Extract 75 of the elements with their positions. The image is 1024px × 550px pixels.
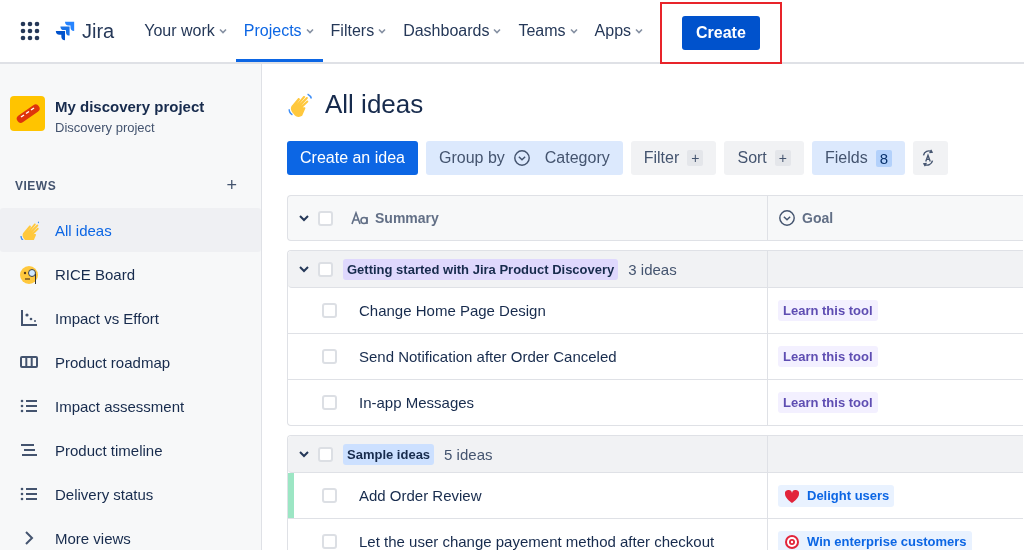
goal-tag: Delight users xyxy=(778,484,895,507)
chevron-down-icon[interactable] xyxy=(298,212,310,224)
sidebar-item[interactable]: Product roadmap xyxy=(0,340,261,384)
idea-summary: Let the user change payement method after checkout xyxy=(359,533,715,550)
checkbox[interactable] xyxy=(322,395,337,410)
checkbox[interactable] xyxy=(322,488,337,503)
idea-summary: In-app Messages xyxy=(359,394,475,411)
checkbox[interactable] xyxy=(322,349,337,364)
checkbox[interactable] xyxy=(322,534,337,549)
idea-count: 5 ideas xyxy=(444,445,493,463)
checkbox[interactable] xyxy=(318,261,333,277)
goal-tag: Learn this tool xyxy=(778,392,878,413)
goal-tag: Learn this tool xyxy=(778,300,878,321)
column-header: Goal xyxy=(802,210,834,226)
sidebar-item[interactable]: RICE Board xyxy=(0,252,261,296)
filter-button[interactable]: Filter + xyxy=(630,141,717,175)
fields-button[interactable]: Fields 8 xyxy=(812,141,905,175)
nav-tab[interactable]: Dashboards xyxy=(395,3,511,62)
heart-icon xyxy=(783,487,801,504)
monocle-face-icon xyxy=(19,264,39,284)
sidebar-item[interactable]: Delivery status xyxy=(0,472,261,516)
project-type: Discovery project xyxy=(55,120,156,135)
sort-button[interactable]: Sort + xyxy=(724,141,804,175)
create-idea-button[interactable]: Create an idea xyxy=(287,141,418,175)
page-title: All ideas xyxy=(325,89,424,120)
nav-tab[interactable]: Teams xyxy=(510,3,587,62)
goal-tag: Learn this tool xyxy=(778,346,878,367)
chevron-down-icon xyxy=(492,26,503,36)
chevron-circle-icon xyxy=(512,149,531,167)
idea-summary: Add Order Review xyxy=(359,487,482,504)
checkbox[interactable] xyxy=(318,210,333,226)
nav-tab[interactable]: Apps xyxy=(586,3,653,62)
sidebar-item[interactable]: Impact assessment xyxy=(0,384,261,428)
section-heading: VIEWS xyxy=(15,178,57,193)
scatter-chart-icon xyxy=(19,308,39,328)
jira-logo-icon xyxy=(54,20,76,42)
idea-summary: Change Home Page Design xyxy=(359,302,546,319)
text-type-icon xyxy=(351,211,369,225)
column-header: Summary xyxy=(375,210,439,226)
add-view-button[interactable]: + xyxy=(226,175,237,196)
chevron-down-icon xyxy=(304,26,315,36)
create-button[interactable]: Create xyxy=(682,16,760,50)
waving-hand-icon xyxy=(287,91,313,118)
group-by-button[interactable]: Group by Category xyxy=(425,141,623,175)
nav-tab[interactable]: Your work xyxy=(136,3,236,62)
chevron-down-icon[interactable] xyxy=(298,263,310,275)
add-badge: + xyxy=(687,150,704,166)
target-icon xyxy=(783,533,801,550)
sidebar-item[interactable]: All ideas xyxy=(0,208,261,252)
app-switcher-icon[interactable] xyxy=(20,21,40,41)
idea-count: 3 ideas xyxy=(628,260,677,278)
waving-hand-icon xyxy=(19,220,39,240)
goal-tag: Win enterprise customers xyxy=(778,530,972,550)
sidebar-item[interactable]: More views xyxy=(0,516,261,550)
chevron-down-icon xyxy=(217,26,228,36)
logo-text: Jira xyxy=(82,19,115,43)
nav-tab[interactable]: Projects xyxy=(235,3,323,62)
autofit-button[interactable] xyxy=(913,141,948,175)
project-avatar-icon xyxy=(10,96,45,131)
chevron-down-icon xyxy=(377,26,388,36)
idea-summary: Send Notification after Order Canceled xyxy=(359,348,617,365)
checkbox[interactable] xyxy=(322,303,337,318)
add-badge: + xyxy=(774,150,791,166)
sidebar-item[interactable]: Product timeline xyxy=(0,428,261,472)
project-name: My discovery project xyxy=(55,98,205,115)
chevron-down-icon xyxy=(568,26,579,36)
chevron-circle-icon xyxy=(778,209,796,227)
group-tag: Sample ideas xyxy=(343,443,435,465)
nav-tab[interactable]: Filters xyxy=(322,3,396,62)
count-badge: 8 xyxy=(875,149,892,167)
chevron-down-icon xyxy=(634,26,645,36)
sidebar-item[interactable]: Impact vs Effort xyxy=(0,296,261,340)
group-tag: Getting started with Jira Product Discovery xyxy=(343,258,619,280)
chevron-down-icon[interactable] xyxy=(298,448,310,460)
checkbox[interactable] xyxy=(318,446,333,462)
